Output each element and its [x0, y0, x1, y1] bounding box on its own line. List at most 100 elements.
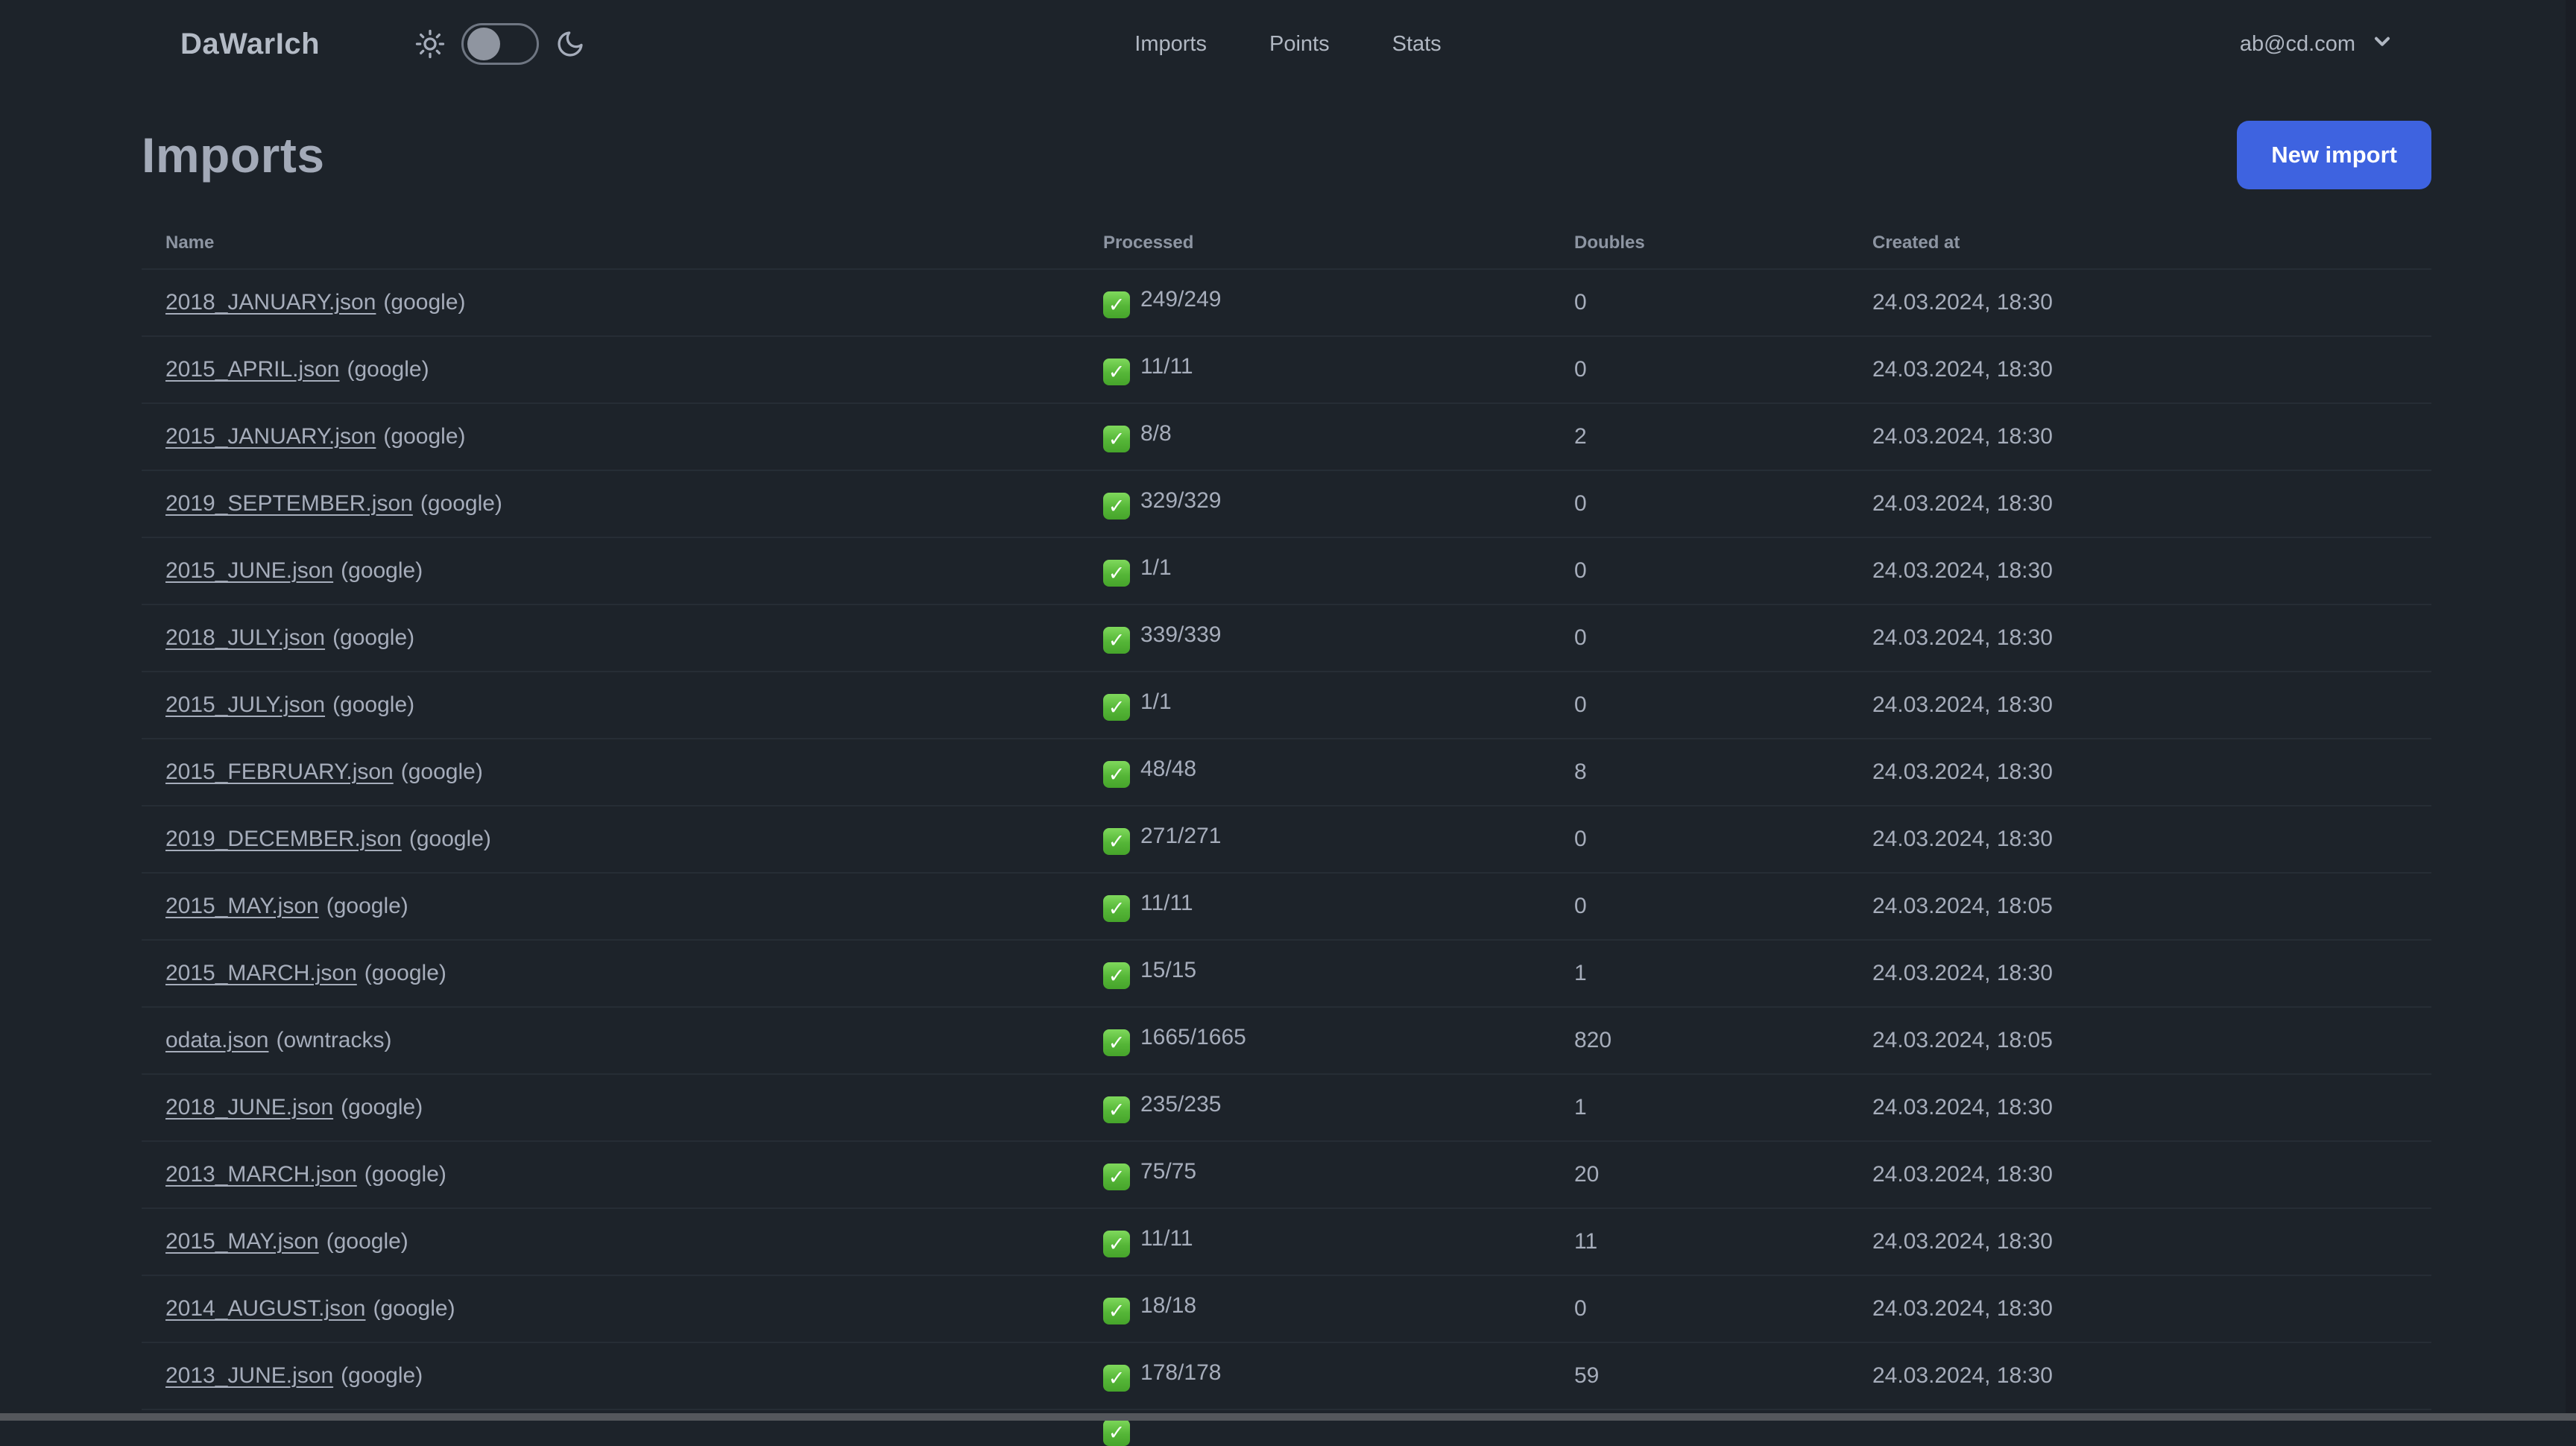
doubles-count: 0 — [1550, 537, 1849, 604]
check-icon: ✓ — [1103, 493, 1130, 520]
file-source: (google) — [373, 1296, 455, 1321]
bottom-scrollbar-strip[interactable] — [0, 1413, 2576, 1421]
user-menu[interactable]: ab@cd.com — [2240, 29, 2394, 59]
file-link[interactable]: 2018_JUNE.json — [165, 1095, 333, 1120]
doubles-count: 0 — [1550, 604, 1849, 672]
check-icon: ✓ — [1103, 1096, 1130, 1124]
doubles-count: 0 — [1550, 671, 1849, 739]
file-source: (google) — [408, 827, 491, 851]
doubles-count: 1 — [1550, 939, 1849, 1007]
file-link[interactable]: 2015_JULY.json — [165, 692, 325, 717]
nav-item-stats[interactable]: Stats — [1392, 32, 1442, 57]
created-at: 24.03.2024, 18:30 — [1849, 805, 2431, 873]
doubles-count: 8 — [1550, 738, 1849, 806]
file-link[interactable]: 2018_JULY.json — [165, 625, 325, 650]
file-source: (google) — [400, 760, 483, 784]
page-header: Imports New import — [142, 121, 2431, 189]
processed-count: 11/11 — [1140, 1225, 1193, 1251]
check-icon: ✓ — [1103, 1365, 1130, 1392]
theme-toggle-group — [415, 23, 585, 65]
processed-count: 18/18 — [1140, 1292, 1197, 1318]
doubles-count: 0 — [1550, 268, 1849, 336]
created-at: 24.03.2024, 18:05 — [1849, 1006, 2431, 1074]
column-header-doubles: Doubles — [1574, 233, 1645, 253]
created-at: 24.03.2024, 18:30 — [1849, 671, 2431, 739]
check-icon: ✓ — [1103, 694, 1130, 722]
doubles-count: 0 — [1550, 805, 1849, 873]
processed-count: 11/11 — [1140, 353, 1193, 379]
doubles-count: 0 — [1550, 1275, 1849, 1342]
check-icon: ✓ — [1103, 1231, 1130, 1258]
moon-icon — [555, 29, 585, 59]
file-source: (google) — [326, 894, 408, 918]
processed-count: 249/249 — [1140, 286, 1222, 312]
top-navbar: DaWarIch Imports Points Stats ab@cd.com — [0, 0, 2576, 88]
processed-count: 75/75 — [1140, 1158, 1197, 1184]
processed-count: 48/48 — [1140, 756, 1197, 781]
file-link[interactable]: 2015_JUNE.json — [165, 558, 333, 583]
check-icon: ✓ — [1103, 1029, 1130, 1057]
created-at: 24.03.2024, 18:30 — [1849, 470, 2431, 537]
column-header-processed: Processed — [1103, 233, 1194, 253]
imports-table-body: 2018_JANUARY.json (google) ✓ 249/249 0 24.… — [142, 268, 2431, 1446]
file-link[interactable]: 2015_JANUARY.json — [165, 424, 376, 449]
new-import-button[interactable]: New import — [2237, 121, 2431, 189]
file-link[interactable]: 2014_AUGUST.json — [165, 1296, 365, 1321]
doubles-count: 1 — [1550, 1073, 1849, 1141]
check-icon: ✓ — [1103, 627, 1130, 654]
sun-icon — [415, 29, 445, 59]
check-icon: ✓ — [1103, 560, 1130, 587]
imports-table: Name Processed Doubles Created at 2018_J… — [142, 213, 2431, 1446]
processed-count: 329/329 — [1140, 487, 1222, 513]
file-source: (google) — [383, 290, 466, 315]
file-source: (google) — [332, 692, 415, 717]
file-link[interactable]: 2015_FEBRUARY.json — [165, 760, 394, 784]
created-at: 24.03.2024, 18:30 — [1849, 268, 2431, 336]
chevron-down-icon — [2370, 29, 2394, 59]
processed-count: 1/1 — [1140, 555, 1172, 580]
doubles-count: 0 — [1550, 872, 1849, 940]
file-link[interactable]: 2019_SEPTEMBER.json — [165, 491, 413, 516]
nav-item-imports[interactable]: Imports — [1134, 32, 1207, 57]
file-source: (google) — [383, 424, 466, 449]
file-source: (google) — [332, 625, 415, 650]
created-at: 24.03.2024, 18:30 — [1849, 1073, 2431, 1141]
table-row: 2018_JANUARY.json (google) ✓ 249/249 0 24.… — [142, 268, 2431, 336]
file-link[interactable]: 2013_MARCH.json — [165, 1162, 357, 1187]
table-row: 2014_AUGUST.json (google) ✓ 18/18 0 24.03.… — [142, 1275, 2431, 1342]
processed-count: 1/1 — [1140, 689, 1172, 714]
created-at: 24.03.2024, 18:30 — [1849, 537, 2431, 604]
file-source: (google) — [326, 1229, 408, 1254]
file-link[interactable]: 2013_JUNE.json — [165, 1363, 333, 1388]
page-title: Imports — [142, 127, 325, 183]
app-logo[interactable]: DaWarIch — [180, 28, 320, 61]
doubles-count: 820 — [1550, 1006, 1849, 1074]
table-row: 2018_JUNE.json (google) ✓ 235/235 1 24.03.… — [142, 1073, 2431, 1141]
table-row: 2013_MARCH.json (google) ✓ 75/75 20 24.03.… — [142, 1140, 2431, 1208]
theme-switch[interactable] — [461, 23, 540, 65]
file-source: (google) — [341, 1363, 423, 1388]
file-link[interactable]: 2019_DECEMBER.json — [165, 827, 402, 851]
file-link[interactable]: 2015_APRIL.json — [165, 357, 340, 382]
file-link[interactable]: 2018_JANUARY.json — [165, 290, 376, 315]
doubles-count: 11 — [1550, 1207, 1849, 1275]
file-link[interactable]: 2015_MARCH.json — [165, 961, 357, 985]
processed-count: 178/178 — [1140, 1360, 1222, 1385]
check-icon: ✓ — [1103, 761, 1130, 789]
doubles-count: 2 — [1550, 402, 1849, 470]
file-link[interactable]: odata.json — [165, 1028, 268, 1052]
table-row: 2015_MAY.json (google) ✓ 11/11 11 24.03.20… — [142, 1207, 2431, 1275]
file-link[interactable]: 2015_MAY.json — [165, 1229, 319, 1254]
doubles-count: 0 — [1550, 335, 1849, 403]
file-source: (google) — [420, 491, 502, 516]
nav-item-points[interactable]: Points — [1269, 32, 1330, 57]
table-row: odata.json (owntracks) ✓ 1665/1665 820 24.… — [142, 1006, 2431, 1074]
processed-count: 339/339 — [1140, 622, 1222, 647]
table-row: 2015_JANUARY.json (google) ✓ 8/8 2 24.03.2… — [142, 402, 2431, 470]
user-email: ab@cd.com — [2239, 31, 2355, 56]
doubles-count: 0 — [1550, 470, 1849, 537]
column-header-created-at: Created at — [1872, 233, 1960, 253]
check-icon: ✓ — [1103, 359, 1130, 386]
created-at: 24.03.2024, 18:30 — [1849, 402, 2431, 470]
file-link[interactable]: 2015_MAY.json — [165, 894, 319, 918]
